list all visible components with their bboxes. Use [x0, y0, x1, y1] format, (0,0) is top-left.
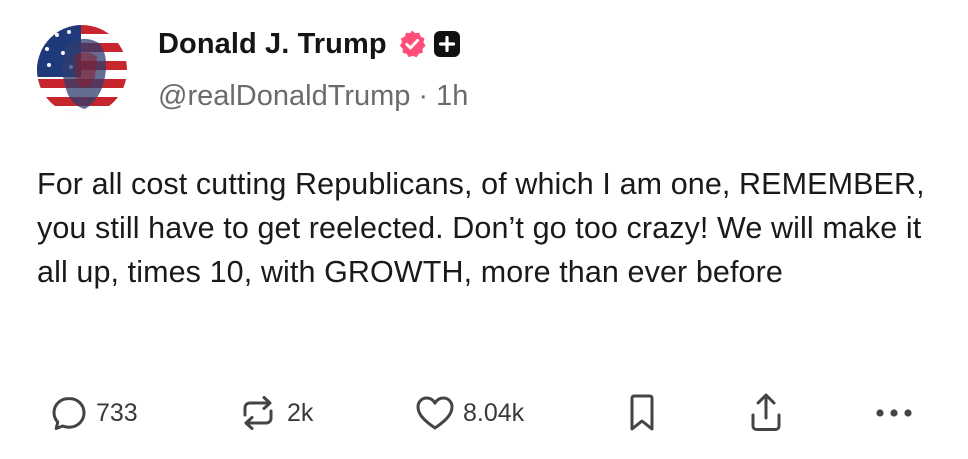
repost-icon: [236, 393, 280, 433]
repost-button[interactable]: 2k: [236, 388, 313, 438]
verified-badge-icon: [397, 29, 427, 59]
author-display-name[interactable]: Donald J. Trump: [158, 28, 387, 61]
like-count: 8.04k: [463, 398, 525, 427]
post-body-text: For all cost cutting Republicans, of whi…: [37, 167, 925, 289]
author-handle-row: @realDonaldTrump · 1h: [158, 80, 468, 113]
avatar-flag-portrait-image: [37, 25, 127, 115]
author-handle[interactable]: @realDonaldTrump: [158, 80, 410, 113]
heart-icon: [414, 393, 456, 433]
meta-separator: ·: [418, 80, 429, 112]
post-action-bar: 733 2k 8.04k: [0, 388, 968, 438]
bookmark-icon: [624, 392, 660, 434]
more-dots-icon: [872, 403, 916, 423]
reply-icon: [49, 393, 89, 433]
post-card: Donald J. Trump @realDonaldTrump · 1h Fo…: [0, 0, 968, 459]
reply-count: 733: [96, 398, 138, 427]
author-name-row: Donald J. Trump: [158, 24, 461, 64]
avatar[interactable]: [37, 25, 127, 115]
repost-count: 2k: [287, 398, 314, 427]
reply-button[interactable]: 733: [49, 388, 138, 438]
share-icon: [746, 391, 786, 435]
post-timestamp[interactable]: 1h: [436, 80, 468, 113]
plus-badge-icon: [433, 30, 461, 58]
share-button[interactable]: [746, 388, 786, 438]
like-button[interactable]: 8.04k: [414, 388, 524, 438]
bookmark-button[interactable]: [624, 388, 660, 438]
more-options-button[interactable]: [872, 388, 916, 438]
